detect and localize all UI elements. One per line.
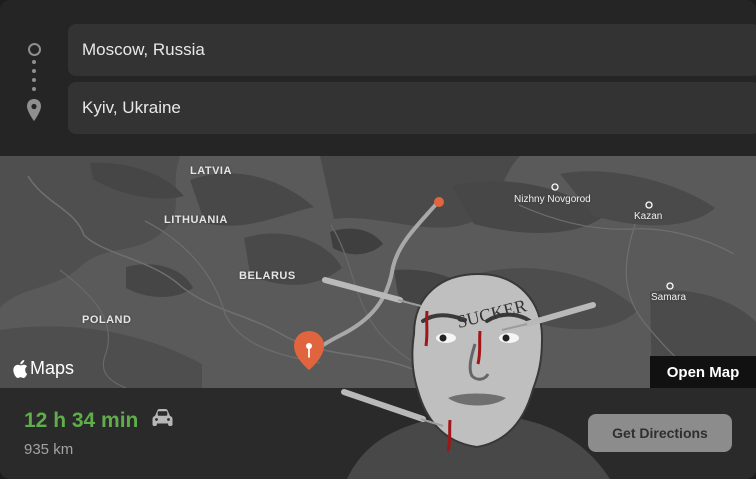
- apple-maps-logo: Maps: [12, 358, 74, 379]
- origin-marker: [434, 197, 444, 207]
- route-dot: [32, 60, 36, 64]
- route-panel: Moscow, Russia Kyiv, Ukraine: [0, 0, 756, 156]
- map-label-poland: POLAND: [82, 314, 132, 326]
- origin-icon: [28, 43, 41, 56]
- route-dot: [32, 87, 36, 91]
- destination-icon: [27, 99, 41, 121]
- directions-card: Moscow, Russia Kyiv, Ukraine LATVIA LITH…: [0, 0, 756, 479]
- route-connector: [26, 40, 42, 124]
- duration-label: 12 h 34 min: [24, 409, 139, 432]
- open-map-button[interactable]: Open Map: [650, 356, 756, 388]
- map-label-belarus: BELARUS: [239, 270, 296, 282]
- city-label-samara: Samara: [651, 292, 687, 303]
- city-label-kazan: Kazan: [634, 211, 663, 222]
- car-icon: [152, 409, 173, 426]
- distance-label: 935 km: [24, 441, 74, 458]
- city-label-nizhny-novgorod: Nizhny Novgorod: [514, 194, 591, 205]
- map-label-latvia: LATVIA: [190, 165, 232, 177]
- map-label-lithuania: LITHUANIA: [164, 214, 228, 226]
- route-dot: [32, 69, 36, 73]
- origin-field[interactable]: Moscow, Russia: [68, 24, 756, 76]
- maps-brand-label: Maps: [30, 358, 75, 378]
- apple-icon: [13, 359, 28, 378]
- route-dot: [32, 78, 36, 82]
- destination-field[interactable]: Kyiv, Ukraine: [68, 82, 756, 134]
- meme-overlay: SUCKER: [322, 272, 610, 479]
